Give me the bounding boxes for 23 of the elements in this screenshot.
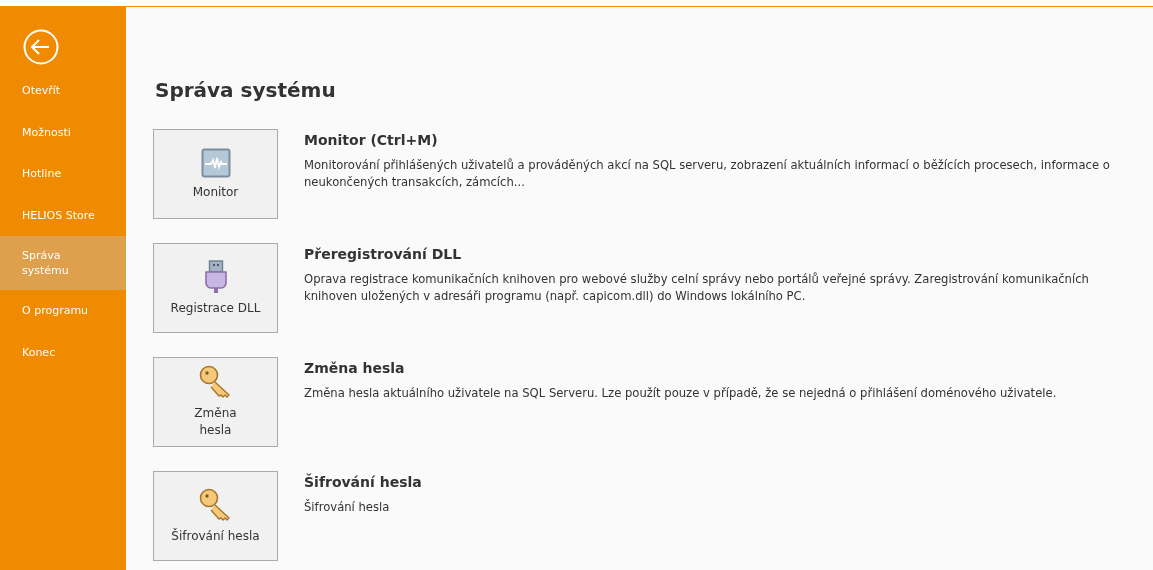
action-button[interactable]: Monitor [153,129,278,219]
action-description: Šifrování hesla [304,499,391,516]
sidebar-item[interactable]: Konec [0,331,126,373]
action-description: Monitorování přihlášených uživatelů a prováděných akcí na SQL serveru, zobrazení aktuálních informací o běžících procesech, informace o neukončených transakcích, zámcích... [304,157,1111,191]
monitor-icon [200,147,231,178]
action-title: Přeregistrování DLL [304,246,463,262]
action-button[interactable]: Registrace DLL [153,243,278,333]
action-description: Oprava registrace komunikačních knihoven pro webové služby celní správy nebo portálů veřejné správy. Zaregistrování komunikačních knihoven uložených v adresáři programu (např. capicom.dll) do Windows lokálního PC. [304,271,1090,305]
sidebar-item[interactable]: Správa systému [0,236,126,290]
action-title: Šifrování hesla [304,474,423,490]
sidebar-item[interactable]: O programu [0,290,126,332]
action-button[interactable]: Změna hesla [153,357,278,447]
page-title: Správa systému [155,78,337,102]
sidebar-item[interactable]: Hotline [0,153,126,195]
action-description: Změna hesla aktuálního uživatele na SQL Serveru. Lze použít pouze v případě, že se nejedná o přihlášení doménového uživatele. [304,385,1058,402]
action-button[interactable]: Šifrování hesla [153,471,278,561]
action-title: Monitor (Ctrl+M) [304,132,439,148]
back-icon[interactable] [23,29,59,65]
action-title: Změna hesla [304,360,406,376]
plug-icon [204,259,227,294]
sidebar-item[interactable]: Otevřít [0,70,126,112]
sidebar-item[interactable]: Možnosti [0,111,126,153]
sidebar-item[interactable]: HELIOS Store [0,194,126,236]
